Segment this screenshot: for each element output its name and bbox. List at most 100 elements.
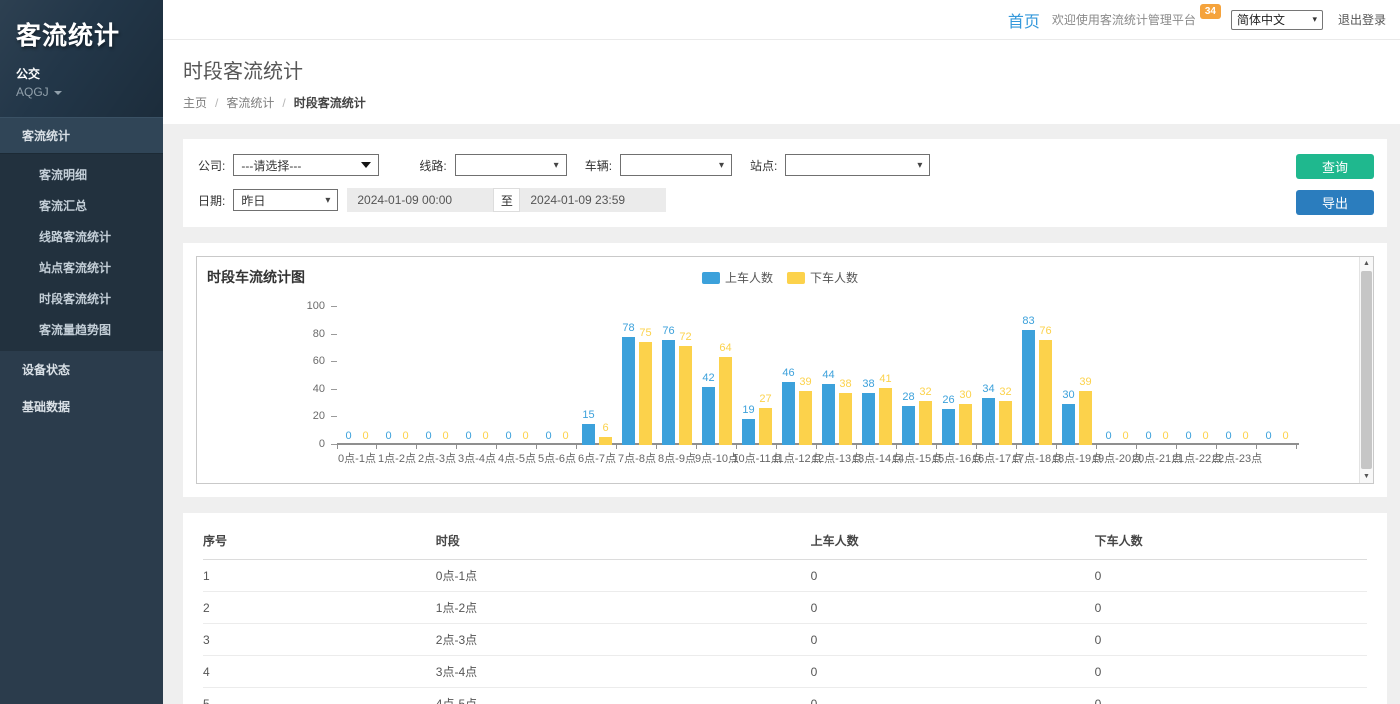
bar-下车人数: 72 <box>679 346 692 445</box>
sidebar-item-客流明细[interactable]: 客流明细 <box>0 159 163 190</box>
stats-table: 序号时段上车人数下车人数 10点-1点0021点-2点0032点-3点0043点… <box>203 523 1367 704</box>
date-end-input[interactable]: 2024-01-09 23:59 <box>520 188 666 212</box>
scroll-down-arrow-icon[interactable]: ▼ <box>1360 473 1373 480</box>
bar-value-label: 27 <box>759 393 771 405</box>
chart-category-group: 00 <box>1217 307 1257 445</box>
bar-下车人数: 32 <box>919 401 932 445</box>
sidebar-item-基础数据[interactable]: 基础数据 <box>0 388 163 425</box>
table-cell: 1 <box>203 560 436 592</box>
table-cell: 0 <box>1095 688 1367 704</box>
chart-header: 时段车流统计图 上车人数下车人数 <box>207 267 1353 291</box>
table-cell: 0 <box>1095 560 1367 592</box>
org-code-dropdown[interactable]: AQGJ <box>16 85 147 99</box>
chart-category-group: 00 <box>497 307 537 445</box>
legend-item-下车人数[interactable]: 下车人数 <box>787 269 858 286</box>
table-cell: 0 <box>811 560 1095 592</box>
table-cell: 0 <box>1095 624 1367 656</box>
table-row: 21点-2点00 <box>203 592 1367 624</box>
company-select[interactable]: ---请选择--- <box>233 154 379 176</box>
bar-上车人数: 30 <box>1062 404 1075 445</box>
date-preset-select[interactable]: 昨日 ▾ <box>233 189 338 211</box>
chart-category-group: 00 <box>417 307 457 445</box>
breadcrumb: 主页 / 客流统计 / 时段客流统计 <box>183 94 1400 111</box>
chart-plot: 0000000000001567875767242641927463944383… <box>337 307 1299 445</box>
company-select-value: ---请选择--- <box>241 157 301 174</box>
export-button[interactable]: 导出 <box>1296 190 1374 215</box>
bar-value-label: 39 <box>1079 376 1091 388</box>
breadcrumb-home[interactable]: 主页 <box>183 94 207 111</box>
bar-value-label: 0 <box>385 430 391 442</box>
table-header-cell: 下车人数 <box>1095 523 1367 560</box>
bar-value-label: 0 <box>522 430 528 442</box>
sidebar-submenu: 客流明细客流汇总线路客流统计站点客流统计时段客流统计客流量趋势图 <box>0 154 163 351</box>
date-start-input[interactable]: 2024-01-09 00:00 <box>347 188 493 212</box>
x-axis-tick-label: 8点-9点 <box>657 445 697 466</box>
table-cell: 5 <box>203 688 436 704</box>
bar-value-label: 0 <box>1282 430 1288 442</box>
legend-item-上车人数[interactable]: 上车人数 <box>702 269 773 286</box>
bar-上车人数: 15 <box>582 424 595 445</box>
scroll-up-arrow-icon[interactable]: ▲ <box>1360 260 1373 267</box>
bar-value-label: 0 <box>482 430 488 442</box>
bar-value-label: 30 <box>1062 389 1074 401</box>
nav-home-link[interactable]: 首页 <box>1008 8 1040 32</box>
chart-x-axis-labels: 0点-1点1点-2点2点-3点3点-4点4点-5点5点-6点6点-7点7点-8点… <box>337 445 1299 466</box>
filter-panel: 公司: ---请选择--- 线路: ▾ 车辆: ▾ 站点: <box>183 139 1387 227</box>
chevron-down-icon: ▾ <box>917 160 922 171</box>
breadcrumb-parent[interactable]: 客流统计 <box>226 94 274 111</box>
bar-value-label: 6 <box>602 422 608 434</box>
bar-value-label: 0 <box>402 430 408 442</box>
chart-category-group: 3432 <box>977 307 1017 445</box>
chart-category-group: 7875 <box>617 307 657 445</box>
bar-上车人数: 34 <box>982 398 995 445</box>
bar-value-label: 32 <box>919 386 931 398</box>
query-button[interactable]: 查询 <box>1296 154 1374 179</box>
main-area: 首页 欢迎使用客流统计管理平台 34 简体中文 ▾ 退出登录 时段客流统计 主页… <box>163 0 1400 704</box>
chart-area: 020406080100 000000000000156787576724264… <box>337 307 1299 466</box>
bar-下车人数: 27 <box>759 408 772 445</box>
bar-value-label: 0 <box>442 430 448 442</box>
x-axis-tick-label: 10点-11点 <box>737 445 777 466</box>
bar-上车人数: 28 <box>902 406 915 445</box>
language-select[interactable]: 简体中文 ▾ <box>1231 10 1323 30</box>
x-axis-tick-label: 1点-2点 <box>377 445 417 466</box>
vehicle-label: 车辆: <box>585 157 612 174</box>
sidebar-section-客流统计[interactable]: 客流统计 <box>0 117 163 154</box>
chevron-down-icon: ▾ <box>554 160 559 171</box>
date-preset-value: 昨日 <box>241 192 265 209</box>
line-select[interactable]: ▾ <box>455 154 567 176</box>
breadcrumb-current: 时段客流统计 <box>294 94 366 111</box>
bar-下车人数: 75 <box>639 342 652 446</box>
content-area: 公司: ---请选择--- 线路: ▾ 车辆: ▾ 站点: <box>163 124 1400 704</box>
x-axis-tick-label: 4点-5点 <box>497 445 537 466</box>
chart-vertical-scrollbar[interactable]: ▲ ▼ <box>1359 257 1373 483</box>
chart-bars: 0000000000001567875767242641927463944383… <box>337 307 1299 445</box>
station-select[interactable]: ▾ <box>785 154 930 176</box>
notification-badge[interactable]: 34 <box>1200 4 1221 19</box>
sidebar-item-时段客流统计[interactable]: 时段客流统计 <box>0 283 163 314</box>
date-label: 日期: <box>198 192 225 209</box>
table-cell: 0 <box>811 688 1095 704</box>
x-axis-tick-label: 22点-23点 <box>1217 445 1257 466</box>
bar-下车人数: 39 <box>1079 391 1092 445</box>
chart-category-group: 8376 <box>1017 307 1057 445</box>
chart-category-group: 15 6 <box>577 307 617 445</box>
sidebar-item-站点客流统计[interactable]: 站点客流统计 <box>0 252 163 283</box>
chart-panel: 时段车流统计图 上车人数下车人数 020406080100 0000000000… <box>183 243 1387 497</box>
chart-category-group: 2630 <box>937 307 977 445</box>
vehicle-select[interactable]: ▾ <box>620 154 732 176</box>
logout-link[interactable]: 退出登录 <box>1338 11 1386 28</box>
bar-value-label: 44 <box>822 369 834 381</box>
bar-value-label: 26 <box>942 394 954 406</box>
chart-category-group: 00 <box>1177 307 1217 445</box>
sidebar-item-线路客流统计[interactable]: 线路客流统计 <box>0 221 163 252</box>
sidebar-item-设备状态[interactable]: 设备状态 <box>0 351 163 388</box>
sidebar-item-客流汇总[interactable]: 客流汇总 <box>0 190 163 221</box>
sidebar-item-客流量趋势图[interactable]: 客流量趋势图 <box>0 314 163 345</box>
chart-category-group: 00 <box>1257 307 1297 445</box>
bar-value-label: 0 <box>1122 430 1128 442</box>
chart-category-group: 4264 <box>697 307 737 445</box>
breadcrumb-separator: / <box>282 96 285 110</box>
scrollbar-thumb[interactable] <box>1361 271 1372 469</box>
page-title: 时段客流统计 <box>183 55 1400 84</box>
